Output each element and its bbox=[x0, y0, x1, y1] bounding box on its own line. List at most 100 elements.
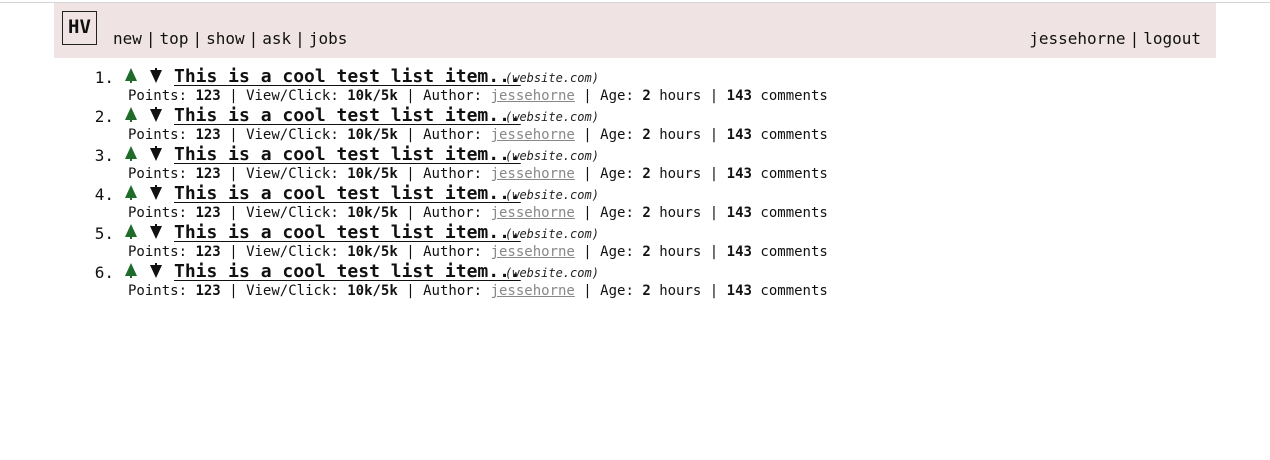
meta-separator: | bbox=[406, 88, 415, 104]
username-link[interactable]: jessehorne bbox=[1029, 29, 1125, 48]
downvote-arrow-icon[interactable] bbox=[150, 185, 162, 200]
author-label: Author: bbox=[423, 166, 483, 182]
author-link[interactable]: jessehorne bbox=[491, 127, 575, 143]
meta-separator: | bbox=[583, 205, 592, 221]
nav-new[interactable]: new bbox=[113, 29, 142, 48]
author-label: Author: bbox=[423, 88, 483, 104]
upvote-arrow-icon[interactable] bbox=[125, 68, 137, 83]
site-header: HV new | top | show | ask | jobs jessehorne | logo… bbox=[54, 3, 1216, 58]
comments-label: comments bbox=[760, 244, 828, 260]
item-title-link[interactable]: This is a cool test list item... bbox=[174, 261, 521, 283]
comments-link[interactable]: 143 comments bbox=[727, 88, 828, 104]
item-title-link[interactable]: This is a cool test list item... bbox=[174, 144, 521, 166]
age-label: Age: bbox=[600, 244, 634, 260]
comments-link[interactable]: 143 comments bbox=[727, 127, 828, 143]
downvote-arrow-icon[interactable] bbox=[150, 107, 162, 122]
comments-label: comments bbox=[760, 166, 828, 182]
item-rank: 5. bbox=[94, 224, 114, 243]
author-label: Author: bbox=[423, 283, 483, 299]
item-meta: Points: 123 | View/Click: 10k/5k | Autho… bbox=[128, 244, 828, 260]
comments-link[interactable]: 143 comments bbox=[727, 244, 828, 260]
logout-link[interactable]: logout bbox=[1143, 29, 1201, 48]
age-unit: hours bbox=[659, 283, 702, 299]
author-label: Author: bbox=[423, 205, 483, 221]
meta-separator: | bbox=[583, 244, 592, 260]
nav-ask[interactable]: ask bbox=[262, 29, 291, 48]
downvote-arrow-icon[interactable] bbox=[150, 68, 162, 83]
upvote-arrow-icon[interactable] bbox=[125, 224, 137, 239]
comments-link[interactable]: 143 comments bbox=[727, 166, 828, 182]
item-title-link[interactable]: This is a cool test list item... bbox=[174, 183, 521, 205]
comments-count: 143 bbox=[726, 244, 752, 260]
upvote-arrow-icon[interactable] bbox=[125, 107, 137, 122]
item-rank: 4. bbox=[94, 185, 114, 204]
comments-count: 143 bbox=[726, 88, 752, 104]
comments-label: comments bbox=[760, 127, 828, 143]
comments-count: 143 bbox=[726, 283, 752, 299]
downvote-arrow-icon[interactable] bbox=[150, 263, 162, 278]
points-label: Points: bbox=[128, 244, 188, 260]
item-title-link[interactable]: This is a cool test list item... bbox=[174, 66, 521, 88]
meta-separator: | bbox=[406, 166, 415, 182]
viewclick-label: View/Click: bbox=[246, 205, 339, 221]
age-label: Age: bbox=[600, 127, 634, 143]
upvote-arrow-icon[interactable] bbox=[125, 185, 137, 200]
meta-separator: | bbox=[229, 127, 238, 143]
item-meta: Points: 123 | View/Click: 10k/5k | Autho… bbox=[128, 205, 828, 221]
meta-separator: | bbox=[709, 244, 719, 260]
points-value: 123 bbox=[195, 88, 221, 104]
comments-link[interactable]: 143 comments bbox=[727, 283, 828, 299]
meta-separator: | bbox=[583, 283, 592, 299]
item-meta: Points: 123 | View/Click: 10k/5k | Autho… bbox=[128, 88, 828, 104]
item-title-link[interactable]: This is a cool test list item... bbox=[174, 222, 521, 244]
comments-link[interactable]: 143 comments bbox=[727, 205, 828, 221]
points-value: 123 bbox=[195, 244, 221, 260]
meta-separator: | bbox=[709, 166, 719, 182]
viewclick-value: 10k/5k bbox=[347, 244, 398, 260]
age-value: 2 bbox=[642, 283, 651, 299]
author-link[interactable]: jessehorne bbox=[491, 205, 575, 221]
upvote-arrow-icon[interactable] bbox=[125, 263, 137, 278]
item-site: (website.com) bbox=[505, 149, 599, 163]
item-rank: 2. bbox=[94, 107, 114, 126]
item-site: (website.com) bbox=[505, 227, 599, 241]
age-value: 2 bbox=[642, 205, 651, 221]
item-rank: 6. bbox=[94, 263, 114, 282]
nav-show[interactable]: show bbox=[206, 29, 245, 48]
item-site: (website.com) bbox=[505, 188, 599, 202]
nav-separator: | bbox=[295, 29, 305, 48]
viewclick-value: 10k/5k bbox=[347, 127, 398, 143]
author-link[interactable]: jessehorne bbox=[491, 283, 575, 299]
nav-top[interactable]: top bbox=[160, 29, 189, 48]
nav-separator: | bbox=[1129, 29, 1140, 48]
meta-separator: | bbox=[709, 88, 719, 104]
age-value: 2 bbox=[642, 244, 651, 260]
site-logo[interactable]: HV bbox=[62, 11, 97, 45]
comments-label: comments bbox=[760, 205, 828, 221]
age-unit: hours bbox=[659, 244, 702, 260]
points-value: 123 bbox=[195, 166, 221, 182]
downvote-arrow-icon[interactable] bbox=[150, 224, 162, 239]
author-link[interactable]: jessehorne bbox=[491, 88, 575, 104]
comments-label: comments bbox=[760, 88, 828, 104]
author-label: Author: bbox=[423, 244, 483, 260]
age-label: Age: bbox=[600, 283, 634, 299]
item-meta: Points: 123 | View/Click: 10k/5k | Autho… bbox=[128, 166, 828, 182]
meta-separator: | bbox=[709, 283, 719, 299]
upvote-arrow-icon[interactable] bbox=[125, 146, 137, 161]
meta-separator: | bbox=[229, 205, 238, 221]
item-rank: 1. bbox=[94, 68, 114, 87]
author-link[interactable]: jessehorne bbox=[491, 166, 575, 182]
age-value: 2 bbox=[642, 127, 651, 143]
author-link[interactable]: jessehorne bbox=[491, 244, 575, 260]
nav-jobs[interactable]: jobs bbox=[309, 29, 348, 48]
downvote-arrow-icon[interactable] bbox=[150, 146, 162, 161]
points-label: Points: bbox=[128, 205, 188, 221]
meta-separator: | bbox=[709, 205, 719, 221]
meta-separator: | bbox=[583, 127, 592, 143]
author-label: Author: bbox=[423, 127, 483, 143]
item-title-link[interactable]: This is a cool test list item... bbox=[174, 105, 521, 127]
viewclick-label: View/Click: bbox=[246, 166, 339, 182]
comments-count: 143 bbox=[726, 127, 752, 143]
age-label: Age: bbox=[600, 88, 634, 104]
